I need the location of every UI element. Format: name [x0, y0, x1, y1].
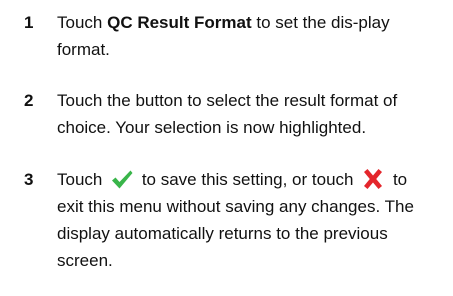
- step-2: 2 Touch the button to select the result …: [0, 87, 440, 141]
- step-text-part: Touch: [57, 13, 108, 32]
- menu-item-name: QC Result Format: [107, 13, 252, 32]
- step-3: 3 Touch to save this setting, or touch t…: [0, 166, 440, 274]
- checkmark-icon: [110, 168, 134, 190]
- step-text: Touch to save this setting, or touch to …: [57, 166, 432, 274]
- step-text: Touch the button to select the result fo…: [57, 91, 398, 137]
- step-number: 2: [24, 91, 34, 110]
- cross-icon: [361, 168, 385, 190]
- step-text: Touch QC Result Format to set the dis-pl…: [57, 9, 432, 63]
- instruction-page: 1 Touch QC Result Format to set the dis-…: [0, 0, 453, 296]
- step-1: 1 Touch QC Result Format to set the dis-…: [0, 9, 440, 63]
- step-number: 3: [24, 170, 34, 189]
- step-text-part: Touch: [57, 170, 108, 189]
- step-number: 1: [24, 13, 34, 32]
- cross-shape: [364, 169, 383, 189]
- step-text-part: to save this setting, or touch: [137, 170, 359, 189]
- checkmark-shape: [112, 170, 133, 189]
